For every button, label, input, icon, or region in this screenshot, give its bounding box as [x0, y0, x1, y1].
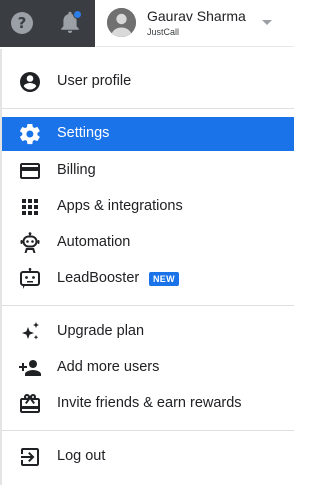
- menu-item-log-out[interactable]: Log out: [2, 440, 294, 474]
- sparkle-icon: [18, 320, 42, 344]
- account-dropdown-menu: User profile Settings Billing Apps & int…: [0, 49, 294, 485]
- apps-grid-icon: [18, 195, 42, 219]
- menu-item-label: Upgrade plan: [57, 323, 145, 339]
- menu-divider: [2, 108, 294, 109]
- account-menu-trigger[interactable]: Gaurav Sharma JustCall: [96, 0, 294, 47]
- account-company: JustCall: [147, 27, 180, 37]
- new-badge: NEW: [149, 272, 179, 286]
- menu-item-leadbooster[interactable]: LeadBooster NEW: [2, 262, 294, 296]
- robot-icon: [18, 231, 42, 255]
- credit-card-icon: [18, 159, 42, 183]
- chat-bot-icon: [18, 267, 42, 291]
- account-circle-icon: [18, 70, 42, 94]
- menu-item-automation[interactable]: Automation: [2, 226, 294, 260]
- menu-item-billing[interactable]: Billing: [2, 154, 294, 188]
- account-name: Gaurav Sharma: [147, 8, 246, 24]
- menu-item-label: Invite friends & earn rewards: [57, 395, 242, 411]
- menu-item-upgrade-plan[interactable]: Upgrade plan: [2, 315, 294, 349]
- menu-item-add-more-users[interactable]: Add more users: [2, 351, 294, 385]
- menu-item-label: Automation: [57, 234, 131, 250]
- menu-divider: [2, 305, 294, 306]
- help-icon[interactable]: ?: [11, 12, 33, 34]
- avatar: [107, 8, 136, 37]
- menu-divider: [2, 430, 294, 431]
- top-bar: ? Gaurav Sharma JustCall: [0, 0, 294, 47]
- menu-item-label: Log out: [57, 448, 106, 464]
- logout-icon: [18, 445, 42, 469]
- gift-icon: [18, 392, 42, 416]
- menu-item-label: Apps & integrations: [57, 198, 183, 214]
- menu-item-label: Add more users: [57, 359, 160, 375]
- chevron-down-icon[interactable]: [262, 20, 272, 25]
- add-user-icon: [18, 356, 42, 380]
- gear-icon: [18, 122, 42, 146]
- topbar-actions: ?: [0, 0, 95, 47]
- menu-item-label: User profile: [57, 73, 132, 89]
- menu-item-apps-integrations[interactable]: Apps & integrations: [2, 190, 294, 224]
- menu-item-user-profile[interactable]: User profile: [2, 65, 294, 99]
- menu-item-label: LeadBooster: [57, 270, 140, 286]
- menu-item-label: Settings: [57, 125, 110, 141]
- menu-item-invite-friends[interactable]: Invite friends & earn rewards: [2, 387, 294, 421]
- menu-item-label: Billing: [57, 162, 96, 178]
- menu-item-settings[interactable]: Settings: [2, 117, 294, 151]
- notification-dot: [73, 10, 82, 19]
